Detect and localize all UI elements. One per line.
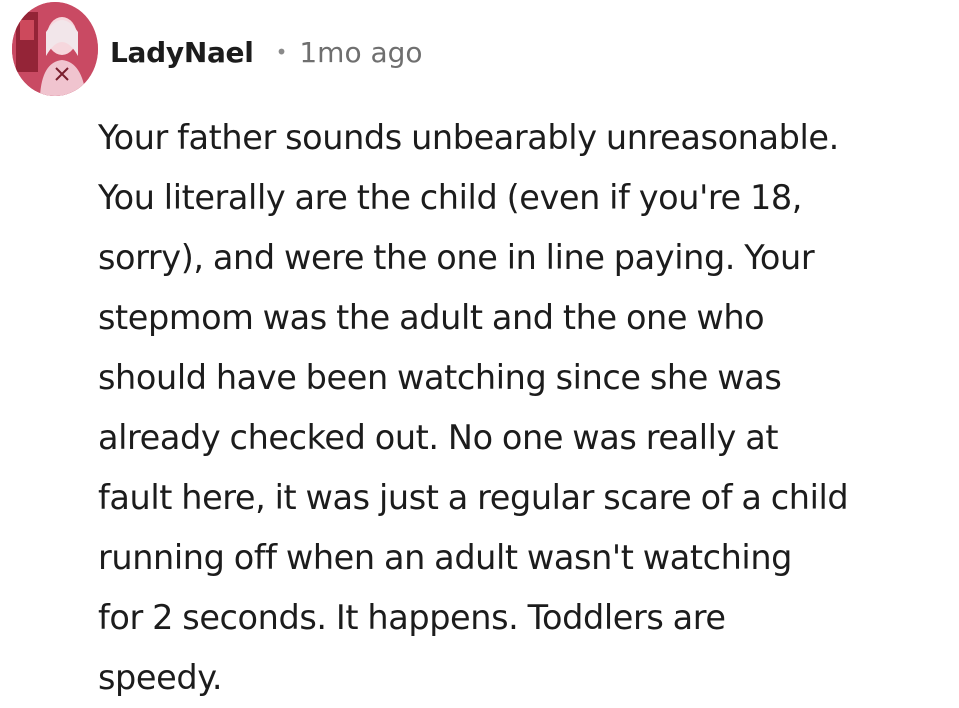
comment-line: stepmom was the adult and the one who <box>98 298 765 337</box>
comment: LadyNael • 1mo ago Your father sounds un… <box>0 0 959 708</box>
comment-line: already checked out. No one was really a… <box>98 418 779 457</box>
user-avatar-icon <box>12 2 98 96</box>
comment-line: You literally are the child (even if you… <box>98 178 803 217</box>
avatar[interactable] <box>12 2 98 96</box>
author-name[interactable]: LadyNael <box>110 36 254 69</box>
comment-line: fault here, it was just a regular scare … <box>98 478 849 517</box>
meta-separator: • <box>275 40 288 64</box>
comment-header: LadyNael • 1mo ago <box>110 28 423 76</box>
comment-line: sorry), and were the one in line paying.… <box>98 238 815 277</box>
timestamp[interactable]: 1mo ago <box>299 36 422 69</box>
comment-line: should have been watching since she was <box>98 358 782 397</box>
comment-line: Your father sounds unbearably unreasonab… <box>98 118 839 157</box>
comment-line: for 2 seconds. It happens. Toddlers are <box>98 598 726 637</box>
comment-body: Your father sounds unbearably unreasonab… <box>98 108 948 708</box>
comment-line: speedy. <box>98 658 223 697</box>
comment-line: running off when an adult wasn't watchin… <box>98 538 793 577</box>
